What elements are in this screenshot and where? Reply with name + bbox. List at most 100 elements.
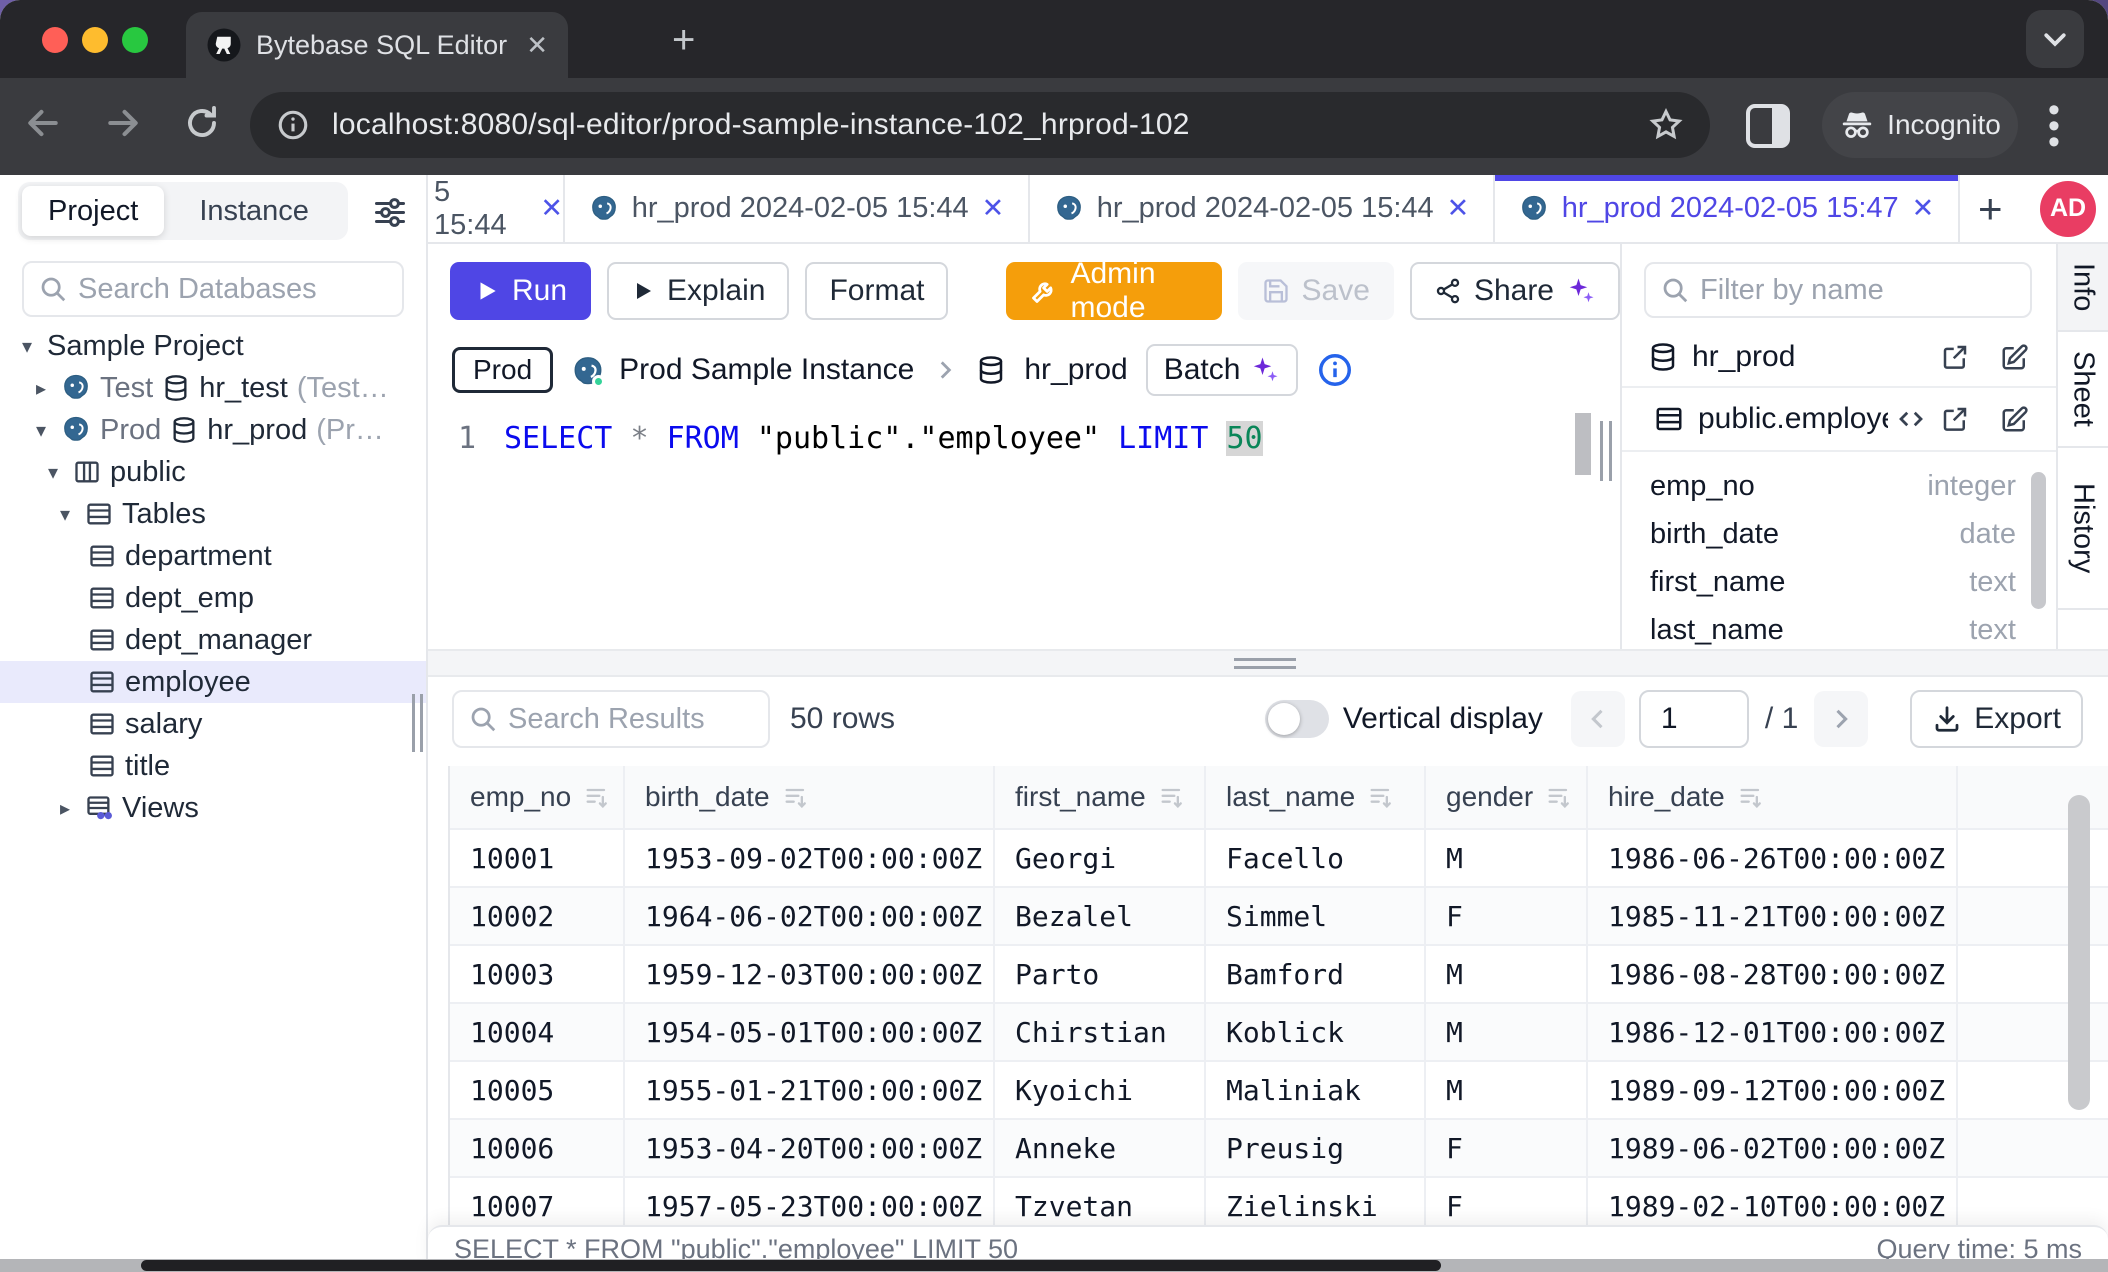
worksheet-tab[interactable]: hr_prod 2024-02-05 15:44✕ [565, 175, 1030, 242]
caret-right-icon[interactable]: ▸ [54, 796, 76, 821]
prev-page-button[interactable] [1571, 691, 1625, 747]
schema-database-row[interactable]: hr_prod [1622, 328, 2056, 388]
table-cell[interactable]: 1986-12-01T00:00:00Z [1588, 1004, 1958, 1060]
column-header-gender[interactable]: gender [1426, 766, 1588, 828]
horizontal-splitter[interactable] [428, 649, 2108, 677]
table-cell[interactable]: Chirstian [995, 1004, 1206, 1060]
explain-button[interactable]: Explain [607, 262, 789, 320]
close-icon[interactable]: ✕ [540, 193, 563, 224]
back-icon[interactable] [24, 104, 62, 142]
close-icon[interactable]: ✕ [982, 193, 1005, 224]
worksheet-tab[interactable]: hr_prod 2024-02-05 15:44✕ [1030, 175, 1495, 242]
database-search-input[interactable] [78, 273, 388, 306]
table-cell[interactable]: 1985-11-21T00:00:00Z [1588, 888, 1958, 944]
share-button[interactable]: Share [1410, 262, 1620, 320]
column-header-last_name[interactable]: last_name [1206, 766, 1426, 828]
side-tab-info[interactable]: Info [2058, 244, 2108, 332]
tree-item-table-department[interactable]: department [0, 535, 426, 577]
sort-icon[interactable] [1545, 783, 1573, 811]
tree-item-table-dept_emp[interactable]: dept_emp [0, 577, 426, 619]
tree-item-tables-group[interactable]: ▾ Tables [0, 493, 426, 535]
external-link-icon[interactable] [1940, 342, 1970, 372]
code-icon[interactable] [1896, 404, 1926, 434]
sort-icon[interactable] [1737, 783, 1765, 811]
column-header-first_name[interactable]: first_name [995, 766, 1206, 828]
table-cell[interactable]: Facello [1206, 830, 1426, 886]
tab-project[interactable]: Project [22, 186, 164, 236]
table-row[interactable]: 100021964-06-02T00:00:00ZBezalelSimmelF1… [450, 888, 2108, 946]
column-row[interactable]: first_nametext [1650, 558, 2016, 606]
caret-down-icon[interactable]: ▾ [54, 502, 76, 527]
table-cell[interactable]: F [1426, 1178, 1588, 1225]
column-row[interactable]: last_nametext [1650, 606, 2016, 649]
table-cell[interactable]: 10002 [450, 888, 625, 944]
page-input[interactable] [1639, 690, 1749, 748]
splitter-grip[interactable] [1234, 658, 1296, 674]
table-cell[interactable]: 1953-04-20T00:00:00Z [625, 1120, 995, 1176]
tree-item-table-title[interactable]: title [0, 745, 426, 787]
caret-down-icon[interactable]: ▾ [30, 418, 52, 443]
maximize-window-button[interactable] [122, 27, 148, 53]
edit-icon[interactable] [2000, 404, 2030, 434]
instance-name[interactable]: Prod Sample Instance [619, 353, 914, 387]
table-row[interactable]: 100061953-04-20T00:00:00ZAnnekePreusigF1… [450, 1120, 2108, 1178]
sort-icon[interactable] [1158, 783, 1186, 811]
forward-icon[interactable] [104, 104, 142, 142]
column-row[interactable]: emp_nointeger [1650, 462, 2016, 510]
code-line[interactable]: 1 SELECT * FROM "public"."employee" LIMI… [428, 421, 1263, 456]
table-cell[interactable]: Anneke [995, 1120, 1206, 1176]
table-row[interactable]: 100051955-01-21T00:00:00ZKyoichiMaliniak… [450, 1062, 2108, 1120]
tab-search-button[interactable] [2026, 10, 2084, 68]
browser-menu-icon[interactable]: ••• [2048, 102, 2060, 150]
side-tab-history[interactable]: History [2058, 448, 2108, 610]
tree-item-project[interactable]: ▾ Sample Project [0, 325, 426, 367]
tree-item-table-dept_manager[interactable]: dept_manager [0, 619, 426, 661]
worksheet-tab-partial[interactable]: 5 15:44 ✕ [428, 175, 565, 242]
table-cell[interactable]: 1964-06-02T00:00:00Z [625, 888, 995, 944]
table-cell[interactable]: Bamford [1206, 946, 1426, 1002]
reload-icon[interactable] [184, 105, 220, 141]
close-icon[interactable]: ✕ [1447, 193, 1470, 224]
table-cell[interactable]: Preusig [1206, 1120, 1426, 1176]
table-cell[interactable]: 1986-08-28T00:00:00Z [1588, 946, 1958, 1002]
horizontal-scrollbar[interactable] [0, 1259, 2108, 1272]
table-cell[interactable]: 10005 [450, 1062, 625, 1118]
table-row[interactable]: 100071957-05-23T00:00:00ZTzvetanZielinsk… [450, 1178, 2108, 1225]
table-cell[interactable]: 1989-09-12T00:00:00Z [1588, 1062, 1958, 1118]
table-cell[interactable]: 10001 [450, 830, 625, 886]
table-cell[interactable]: 1955-01-21T00:00:00Z [625, 1062, 995, 1118]
schema-scrollbar-thumb[interactable] [2031, 472, 2046, 609]
tree-item-table-employee[interactable]: employee [0, 661, 426, 703]
vertical-display-toggle[interactable] [1265, 700, 1329, 738]
browser-tab-close-icon[interactable]: ✕ [526, 30, 548, 61]
close-window-button[interactable] [42, 27, 68, 53]
table-cell[interactable]: M [1426, 1004, 1588, 1060]
address-bar[interactable]: localhost:8080/sql-editor/prod-sample-in… [250, 92, 1710, 158]
tree-item-schema-public[interactable]: ▾ public [0, 451, 426, 493]
format-button[interactable]: Format [805, 262, 948, 320]
database-name[interactable]: hr_prod [1024, 353, 1127, 387]
table-cell[interactable]: Bezalel [995, 888, 1206, 944]
sql-editor[interactable]: 1 SELECT * FROM "public"."employee" LIMI… [428, 405, 1620, 649]
info-circle-icon[interactable] [1316, 351, 1354, 389]
table-cell[interactable]: Maliniak [1206, 1062, 1426, 1118]
caret-right-icon[interactable]: ▸ [30, 376, 52, 401]
table-cell[interactable]: 1957-05-23T00:00:00Z [625, 1178, 995, 1225]
table-cell[interactable]: M [1426, 1062, 1588, 1118]
bookmark-star-icon[interactable] [1648, 107, 1684, 143]
table-row[interactable]: 100011953-09-02T00:00:00ZGeorgiFacelloM1… [450, 830, 2108, 888]
batch-button[interactable]: Batch [1146, 344, 1299, 396]
table-cell[interactable]: 1953-09-02T00:00:00Z [625, 830, 995, 886]
url-text[interactable]: localhost:8080/sql-editor/prod-sample-in… [332, 108, 1626, 142]
table-cell[interactable]: F [1426, 888, 1588, 944]
tree-item-hr-test[interactable]: ▸ Test hr_test (Test… [0, 367, 426, 409]
run-button[interactable]: Run [450, 262, 591, 320]
table-cell[interactable]: M [1426, 946, 1588, 1002]
table-cell[interactable]: Koblick [1206, 1004, 1426, 1060]
close-icon[interactable]: ✕ [1912, 193, 1935, 224]
panel-resize-handle-vertical[interactable] [1600, 421, 1612, 481]
user-avatar[interactable]: AD [2040, 181, 2096, 237]
table-cell[interactable]: Kyoichi [995, 1062, 1206, 1118]
new-browser-tab-button[interactable]: + [672, 22, 695, 58]
filter-settings-icon[interactable] [372, 193, 408, 229]
